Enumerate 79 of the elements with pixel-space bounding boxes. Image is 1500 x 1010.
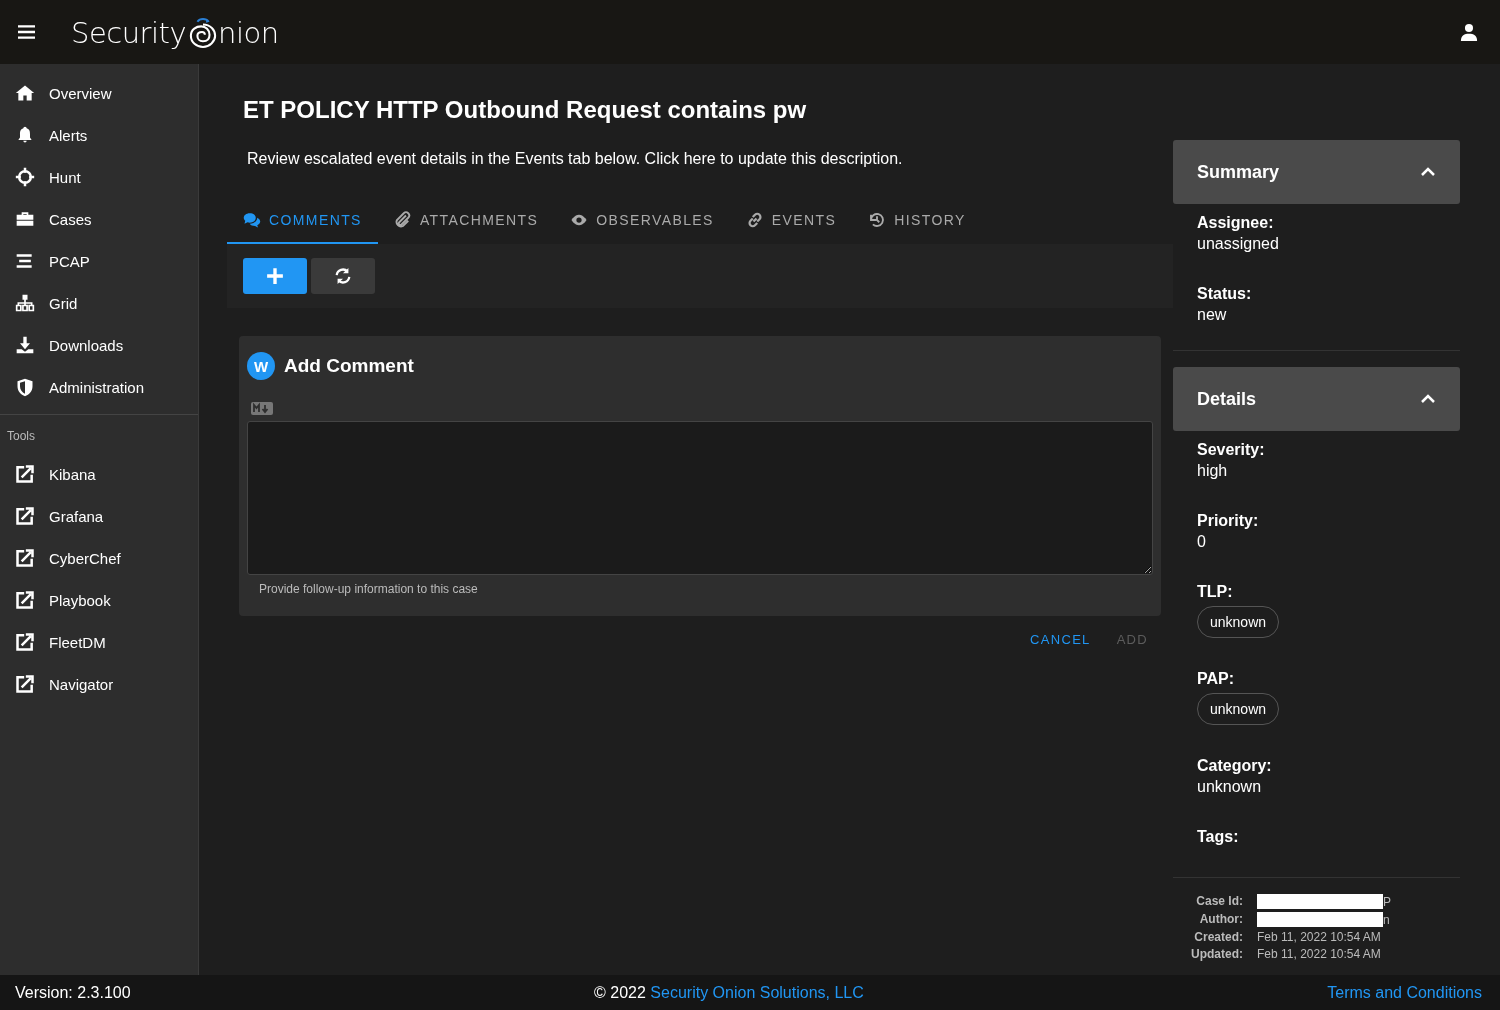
- avatar: W: [247, 352, 275, 380]
- comments-icon: [243, 211, 261, 229]
- cancel-button[interactable]: CANCEL: [1017, 626, 1104, 653]
- company-link[interactable]: Security Onion Solutions, LLC: [650, 983, 864, 1001]
- shield-icon: [15, 377, 35, 397]
- external-link-icon: [15, 506, 35, 526]
- nav-item[interactable]: Kibana: [0, 453, 198, 495]
- external-link-icon: [15, 464, 35, 484]
- tab[interactable]: ATTACHMENTS: [377, 198, 555, 244]
- panel-title: Details: [1197, 388, 1257, 410]
- field-value: unassigned: [1197, 235, 1280, 253]
- nav-item[interactable]: Navigator: [0, 663, 198, 705]
- comment-field[interactable]: [247, 421, 1153, 575]
- markdown-icon: [251, 402, 273, 415]
- panel-header[interactable]: Details: [1173, 367, 1460, 431]
- nav-item[interactable]: PCAP: [0, 240, 198, 282]
- field-label: Tags:: [1197, 828, 1240, 846]
- plus-icon: [266, 267, 284, 285]
- field-label: Status:: [1197, 285, 1253, 303]
- case-title: ET POLICY HTTP Outbound Request contains pw: [243, 96, 808, 124]
- field-label: TLP:: [1197, 583, 1234, 601]
- refresh-icon: [334, 267, 352, 285]
- paperclip-icon: [393, 211, 412, 229]
- field-label: Priority:: [1197, 512, 1260, 530]
- field-value: high: [1197, 462, 1229, 480]
- menu-icon[interactable]: [18, 25, 35, 39]
- meta-label: Author:: [1198, 912, 1243, 927]
- case-description[interactable]: Review escalated event details in the Events tab below. Click here to update this description.: [247, 150, 1173, 168]
- logo-text: Security: [71, 16, 187, 50]
- nav-item[interactable]: Cases: [0, 198, 198, 240]
- field-value: new: [1197, 306, 1228, 324]
- history-icon: [868, 211, 887, 229]
- meta-value: P: [1383, 894, 1391, 909]
- nav-item[interactable]: Playbook: [0, 579, 198, 621]
- field-hint: Provide follow-up information to this case: [259, 582, 479, 596]
- field-label: Assignee:: [1197, 214, 1275, 232]
- field-value: unknown: [1197, 778, 1263, 796]
- nav-item[interactable]: Administration: [0, 366, 198, 408]
- card-heading: Add Comment: [284, 355, 414, 377]
- meta-label: Created:: [1193, 930, 1243, 944]
- nav-item[interactable]: Downloads: [0, 324, 198, 366]
- lines-icon: [15, 251, 35, 271]
- panel-header[interactable]: Summary: [1173, 140, 1460, 204]
- external-link-icon: [15, 548, 35, 568]
- field-label: PAP:: [1197, 670, 1236, 688]
- home-icon: [15, 83, 35, 103]
- meta-label: Case Id:: [1195, 894, 1243, 909]
- nav-item[interactable]: Hunt: [0, 156, 198, 198]
- nav-item[interactable]: Grid: [0, 282, 198, 324]
- tab[interactable]: HISTORY: [852, 198, 982, 244]
- terms-link[interactable]: Terms and Conditions: [1327, 983, 1482, 1002]
- section-heading: Tools: [6, 428, 36, 445]
- nav-item[interactable]: Overview: [0, 72, 198, 114]
- external-link-icon: [15, 674, 35, 694]
- meta-label: Updated:: [1190, 947, 1243, 961]
- nav-item[interactable]: Grafana: [0, 495, 198, 537]
- network-icon: [15, 293, 35, 313]
- external-link-icon: [15, 632, 35, 652]
- briefcase-icon: [15, 209, 35, 229]
- crosshair-icon: [15, 167, 35, 187]
- user-icon[interactable]: [1460, 23, 1478, 41]
- tab[interactable]: EVENTS: [729, 198, 853, 244]
- tab[interactable]: OBSERVABLES: [554, 198, 730, 244]
- panel-title: Summary: [1197, 161, 1280, 183]
- meta-value: Feb 11, 2022 10:54 AM: [1257, 947, 1381, 961]
- external-link-icon: [15, 590, 35, 610]
- version-text: Version: 2.3.100: [15, 983, 131, 1002]
- nav-item[interactable]: CyberChef: [0, 537, 198, 579]
- download-icon: [15, 335, 35, 355]
- field-label: Category:: [1197, 757, 1273, 775]
- meta-value: Feb 11, 2022 10:54 AM: [1257, 930, 1381, 944]
- nav-item[interactable]: Alerts: [0, 114, 198, 156]
- copyright-text: © 2022: [594, 983, 646, 1001]
- nav-item[interactable]: FleetDM: [0, 621, 198, 663]
- field-value: 0: [1197, 533, 1207, 551]
- refresh-button[interactable]: [311, 258, 375, 294]
- field-label: Severity:: [1197, 441, 1266, 459]
- meta-value: n: [1383, 912, 1390, 927]
- logo-text: nion: [218, 16, 279, 50]
